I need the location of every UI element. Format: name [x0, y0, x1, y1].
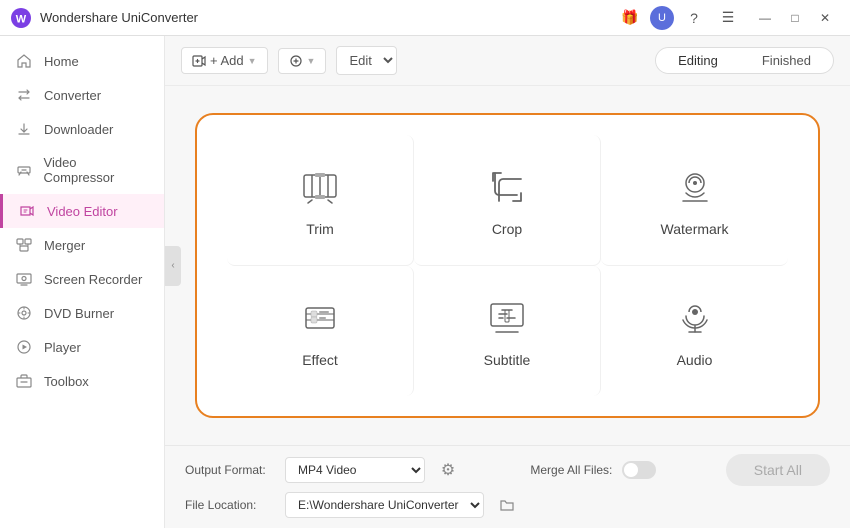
watermark-tool[interactable]: Watermark [601, 135, 788, 266]
sidebar-item-video-editor[interactable]: Video Editor [0, 194, 164, 228]
browse-folder-button[interactable] [494, 492, 520, 518]
sidebar-label-toolbox: Toolbox [44, 374, 89, 389]
sidebar-label-video-editor: Video Editor [47, 204, 118, 219]
sidebar-item-dvd-burner[interactable]: DVD Burner [0, 296, 164, 330]
add-files-button[interactable]: + Add ▼ [181, 47, 268, 74]
audio-icon [671, 294, 719, 342]
tab-finished[interactable]: Finished [740, 48, 833, 73]
editor-area: ‹ [165, 86, 850, 445]
merge-toggle[interactable] [622, 461, 656, 479]
file-location-select[interactable]: E:\Wondershare UniConverter [285, 492, 484, 518]
maximize-button[interactable]: □ [780, 4, 810, 32]
bottom-bar: Output Format: MP4 Video ⚙ Merge All Fil… [165, 445, 850, 528]
sidebar-item-player[interactable]: Player [0, 330, 164, 364]
sidebar-label-video-compressor: Video Compressor [44, 155, 148, 185]
edit-mode-select[interactable]: Edit [336, 46, 397, 75]
help-icon-btn[interactable]: ? [680, 4, 708, 32]
main-layout: Home Converter Downloader [0, 36, 850, 528]
video-editor-icon [19, 203, 37, 219]
content-area: + Add ▼ ▼ Edit Editing Finished ‹ [165, 36, 850, 528]
add-content-arrow: ▼ [307, 56, 316, 66]
output-format-select[interactable]: MP4 Video [285, 457, 425, 483]
trim-tool[interactable]: Trim [227, 135, 414, 266]
svg-text:W: W [16, 13, 27, 25]
sidebar: Home Converter Downloader [0, 36, 165, 528]
toolbox-icon [16, 373, 34, 389]
dvd-burner-icon [16, 305, 34, 321]
minimize-button[interactable]: — [750, 4, 780, 32]
subtitle-label: Subtitle [484, 352, 531, 368]
output-format-label: Output Format: [185, 463, 275, 477]
crop-icon [483, 163, 531, 211]
start-all-button[interactable]: Start All [726, 454, 830, 486]
titlebar: W Wondershare UniConverter 🎁 U ? ☰ — □ ✕ [0, 0, 850, 36]
titlebar-actions: 🎁 U ? ☰ [616, 4, 742, 32]
sidebar-item-video-compressor[interactable]: Video Compressor [0, 146, 164, 194]
sidebar-item-merger[interactable]: Merger [0, 228, 164, 262]
subtitle-icon [483, 294, 531, 342]
sidebar-item-converter[interactable]: Converter [0, 78, 164, 112]
subtitle-tool[interactable]: Subtitle [414, 266, 601, 396]
home-icon [16, 53, 34, 69]
sidebar-label-converter: Converter [44, 88, 101, 103]
sidebar-label-merger: Merger [44, 238, 85, 253]
screen-recorder-icon [16, 271, 34, 287]
file-location-label: File Location: [185, 498, 275, 512]
audio-label: Audio [677, 352, 713, 368]
trim-icon [296, 163, 344, 211]
tools-grid-container: Trim Crop [195, 113, 820, 418]
sidebar-label-dvd-burner: DVD Burner [44, 306, 114, 321]
compressor-icon [16, 162, 34, 178]
crop-tool[interactable]: Crop [414, 135, 601, 266]
output-format-row: Output Format: MP4 Video ⚙ Merge All Fil… [185, 454, 830, 486]
audio-tool[interactable]: Audio [601, 266, 788, 396]
sidebar-label-home: Home [44, 54, 79, 69]
sidebar-item-toolbox[interactable]: Toolbox [0, 364, 164, 398]
user-avatar[interactable]: U [650, 6, 674, 30]
add-content-button[interactable]: ▼ [278, 48, 327, 74]
effect-tool[interactable]: Effect [227, 266, 414, 396]
menu-icon-btn[interactable]: ☰ [714, 4, 742, 32]
gift-icon-btn[interactable]: 🎁 [616, 4, 644, 32]
effect-label: Effect [302, 352, 338, 368]
window-controls: — □ ✕ [750, 4, 840, 32]
sidebar-label-screen-recorder: Screen Recorder [44, 272, 142, 287]
add-dropdown-arrow: ▼ [248, 56, 257, 66]
sidebar-item-home[interactable]: Home [0, 44, 164, 78]
sidebar-item-downloader[interactable]: Downloader [0, 112, 164, 146]
merger-icon [16, 237, 34, 253]
tools-grid: Trim Crop [227, 135, 788, 396]
close-button[interactable]: ✕ [810, 4, 840, 32]
app-title: Wondershare UniConverter [40, 10, 616, 25]
output-settings-button[interactable]: ⚙ [435, 457, 461, 483]
tab-group: Editing Finished [655, 47, 834, 74]
tab-editing[interactable]: Editing [656, 48, 740, 73]
collapse-sidebar-button[interactable]: ‹ [165, 246, 181, 286]
sidebar-label-downloader: Downloader [44, 122, 113, 137]
converter-icon [16, 87, 34, 103]
effect-icon [296, 294, 344, 342]
sidebar-label-player: Player [44, 340, 81, 355]
trim-label: Trim [306, 221, 333, 237]
crop-label: Crop [492, 221, 522, 237]
watermark-label: Watermark [661, 221, 729, 237]
merge-files-label: Merge All Files: [530, 463, 612, 477]
watermark-icon [671, 163, 719, 211]
app-logo: W [10, 7, 32, 29]
sidebar-item-screen-recorder[interactable]: Screen Recorder [0, 262, 164, 296]
file-location-row: File Location: E:\Wondershare UniConvert… [185, 492, 830, 518]
toolbar: + Add ▼ ▼ Edit Editing Finished [165, 36, 850, 86]
downloader-icon [16, 121, 34, 137]
player-icon [16, 339, 34, 355]
